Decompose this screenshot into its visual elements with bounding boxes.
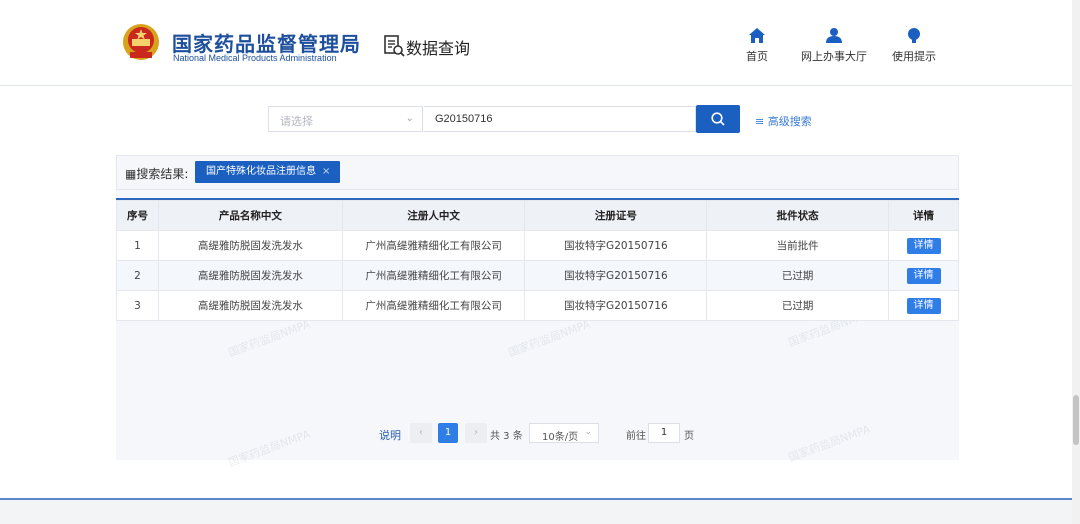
approval-status: 已过期 — [706, 260, 890, 291]
chevron-left-icon: ‹ — [419, 427, 423, 438]
goto-page-input[interactable]: 1 — [648, 423, 680, 443]
search-button[interactable] — [696, 105, 740, 133]
detail-cell: 详情 — [888, 290, 959, 321]
footer-divider — [0, 480, 1080, 500]
result-tag-label: 国产特殊化妆品注册信息 — [206, 166, 316, 177]
data-query-icon — [384, 35, 405, 57]
chevron-down-icon: ⌄ — [584, 427, 592, 437]
page-size-select[interactable]: 10条/页 ⌄ — [529, 423, 599, 443]
user-icon — [826, 28, 842, 43]
pagination-note-link[interactable]: 说明 — [379, 427, 401, 443]
registrant-name: 广州高缇雅精细化工有限公司 — [341, 290, 526, 321]
detail-cell: 详情 — [888, 230, 959, 261]
current-page-button[interactable]: 1 — [438, 423, 458, 443]
org-name-en: National Medical Products Administration — [173, 53, 337, 63]
bulb-icon — [908, 28, 920, 43]
nav-usage-tips[interactable]: 使用提示 — [892, 28, 936, 64]
nav-online-hall-label: 网上办事大厅 — [801, 50, 867, 63]
row-number: 2 — [116, 260, 159, 291]
detail-cell: 详情 — [888, 260, 959, 291]
pagination: 说明 ‹ 1 › 共 3 条 10条/页 ⌄ 前往 1 页 — [116, 423, 959, 445]
page-scrollbar[interactable] — [1072, 0, 1080, 524]
result-category-tag[interactable]: 国产特殊化妆品注册信息 × — [195, 161, 341, 183]
goto-label: 前往 — [626, 431, 646, 442]
product-name: 高缇雅防脱固发洗发水 — [157, 290, 343, 321]
page-suffix: 页 — [684, 431, 694, 442]
approval-status: 已过期 — [706, 290, 890, 321]
chevron-right-icon: › — [474, 427, 478, 438]
scrollbar-thumb[interactable] — [1073, 395, 1079, 445]
table-row: 1 高缇雅防脱固发洗发水 广州高缇雅精细化工有限公司 国妆特字G20150716… — [116, 230, 959, 261]
nav-online-hall[interactable]: 网上办事大厅 — [801, 28, 867, 64]
certificate-number: 国妆特字G20150716 — [524, 260, 708, 291]
page-size-value: 10条/页 — [542, 432, 579, 443]
product-name: 高缇雅防脱固发洗发水 — [157, 230, 343, 261]
close-icon[interactable]: × — [322, 166, 330, 177]
detail-button[interactable]: 详情 — [906, 237, 941, 254]
total-count: 共 3 条 — [490, 431, 523, 442]
column-header: 注册人中文 — [341, 200, 526, 231]
column-header: 序号 — [116, 200, 159, 231]
registrant-name: 广州高缇雅精细化工有限公司 — [341, 260, 526, 291]
grid-icon: ▦ — [125, 167, 137, 181]
column-header: 详情 — [888, 200, 959, 231]
results-label: ▦搜索结果: — [125, 167, 189, 181]
certificate-number: 国妆特字G20150716 — [524, 290, 708, 321]
watermark: 国家药监局NMPA — [226, 317, 312, 360]
national-emblem-icon — [123, 24, 159, 60]
nav-usage-tips-label: 使用提示 — [892, 50, 936, 63]
table-row: 2 高缇雅防脱固发洗发水 广州高缇雅精细化工有限公司 国妆特字G20150716… — [116, 260, 959, 291]
site-header: 国家药品监督管理局 National Medical Products Admi… — [0, 0, 1080, 86]
next-page-button[interactable]: › — [465, 423, 487, 443]
category-select-placeholder: 请选择 — [280, 115, 313, 128]
row-number: 3 — [116, 290, 159, 321]
filter-icon: ≡ — [755, 115, 765, 128]
advanced-search-link[interactable]: ≡ 高级搜索 — [755, 113, 812, 129]
search-icon — [711, 112, 725, 126]
watermark: 国家药监局NMPA — [506, 317, 592, 360]
column-header: 注册证号 — [524, 200, 708, 231]
home-icon — [749, 28, 765, 43]
detail-button[interactable]: 详情 — [906, 267, 941, 284]
certificate-number: 国妆特字G20150716 — [524, 230, 708, 261]
nav-home[interactable]: 首页 — [746, 28, 768, 64]
column-header: 批件状态 — [706, 200, 890, 231]
product-name: 高缇雅防脱固发洗发水 — [157, 260, 343, 291]
column-header: 产品名称中文 — [157, 200, 343, 231]
table-header-row: 序号 产品名称中文 注册人中文 注册证号 批件状态 详情 — [116, 200, 959, 231]
registrant-name: 广州高缇雅精细化工有限公司 — [341, 230, 526, 261]
detail-button[interactable]: 详情 — [906, 297, 941, 314]
table-row: 3 高缇雅防脱固发洗发水 广州高缇雅精细化工有限公司 国妆特字G20150716… — [116, 290, 959, 321]
advanced-search-label: 高级搜索 — [767, 115, 812, 128]
search-input[interactable] — [424, 106, 696, 132]
results-table: 序号 产品名称中文 注册人中文 注册证号 批件状态 详情 1 高缇雅防脱固发洗发… — [116, 200, 959, 321]
approval-status: 当前批件 — [706, 230, 890, 261]
row-number: 1 — [116, 230, 159, 261]
prev-page-button[interactable]: ‹ — [410, 423, 432, 443]
results-bar: ▦搜索结果: 国产特殊化妆品注册信息 × — [116, 155, 959, 190]
category-select[interactable]: 请选择 ⌄ — [268, 106, 423, 132]
chevron-down-icon: ⌄ — [405, 113, 414, 124]
section-title: 数据查询 — [406, 39, 471, 58]
nav-home-label: 首页 — [746, 50, 768, 63]
results-panel: 国家药监局NMPA 国家药监局NMPA 国家药监局NMPA 国家药监局NMPA … — [116, 155, 959, 469]
